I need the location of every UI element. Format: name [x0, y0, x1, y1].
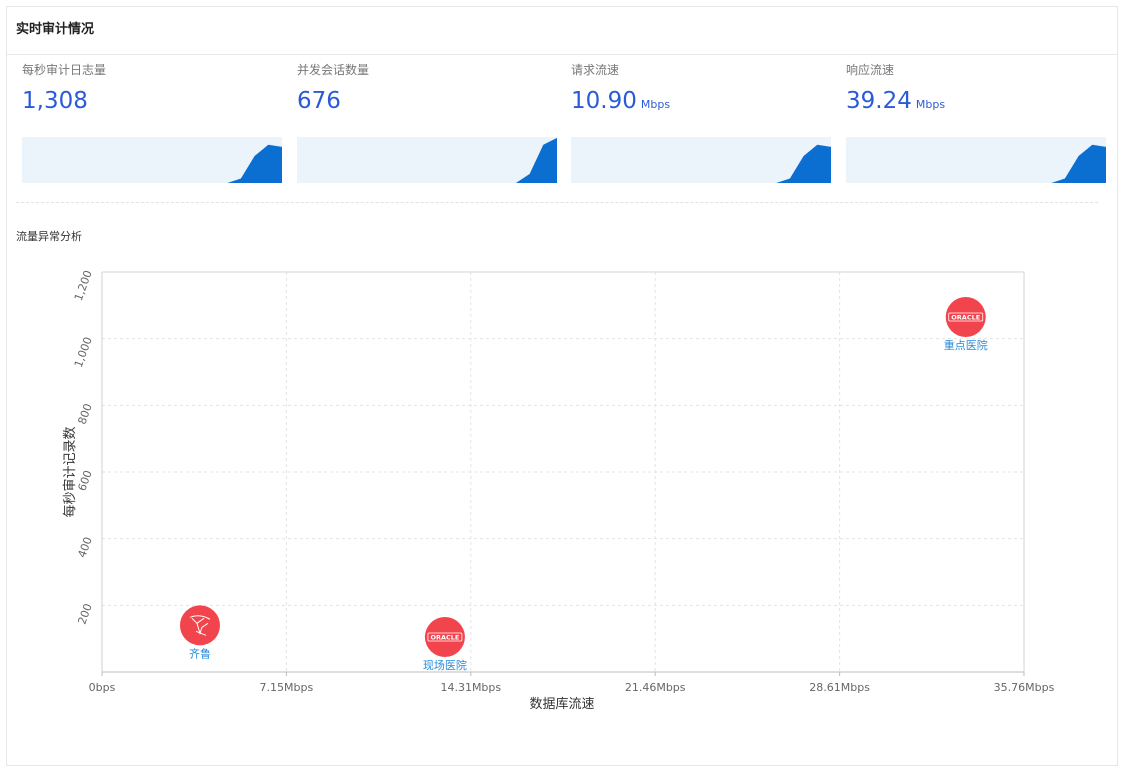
y-tick-label: 1,000	[72, 335, 95, 369]
y-tick-label: 200	[75, 602, 94, 626]
y-tick-label: 1,200	[72, 269, 95, 303]
y-tick-label: 400	[75, 535, 94, 559]
x-tick-label: 28.61Mbps	[809, 681, 870, 694]
point-label: 现场医院	[423, 658, 467, 672]
x-axis-label: 数据库流速	[529, 696, 594, 712]
scatter-point[interactable]: 齐鲁	[179, 605, 220, 660]
x-tick-label: 0bps	[89, 681, 116, 694]
y-tick-label: 600	[75, 469, 94, 493]
point-label: 重点医院	[944, 338, 988, 352]
traffic-anomaly-scatter-chart: 0bps 7.15Mbps 14.31Mbps 21.46Mbps 28.61Mbps 3…	[62, 269, 1055, 712]
chart-grid	[102, 271, 1025, 672]
x-tick-label: 14.31Mbps	[440, 681, 501, 694]
scatter-point[interactable]: ORACLE 重点医院	[944, 297, 988, 352]
bubble-marker	[179, 605, 220, 646]
y-axis-label: 每秒审计记录数	[62, 426, 78, 517]
oracle-logo-icon: ORACLE	[430, 634, 459, 642]
scatter-point[interactable]: ORACLE 现场医院	[423, 617, 467, 672]
point-label: 齐鲁	[189, 646, 211, 660]
x-tick-label: 21.46Mbps	[625, 681, 686, 694]
x-tick-label: 7.15Mbps	[260, 681, 314, 694]
y-tick-label: 800	[75, 402, 94, 426]
x-tick-label: 35.76Mbps	[994, 681, 1055, 694]
oracle-logo-icon: ORACLE	[951, 314, 980, 322]
